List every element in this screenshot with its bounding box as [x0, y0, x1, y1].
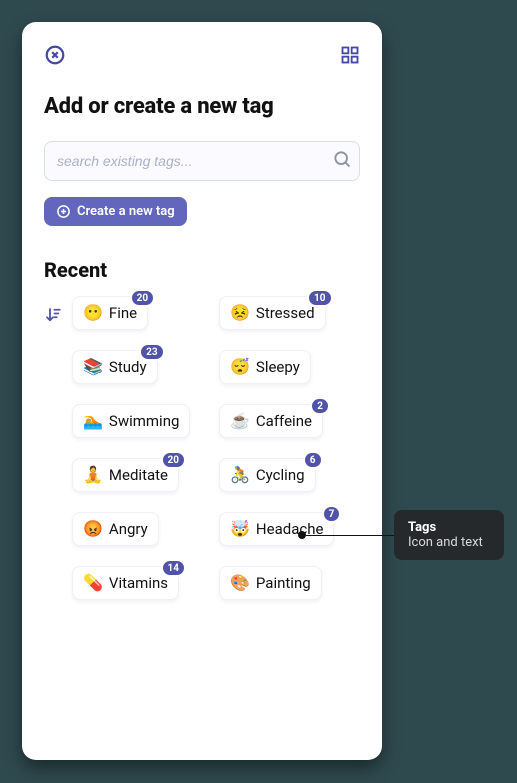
tag-count-badge: 10	[307, 289, 332, 307]
tag-emoji-icon: 📚	[83, 359, 103, 375]
tag-label: Painting	[256, 574, 311, 592]
tag-emoji-icon: 🤯	[230, 521, 250, 537]
search-wrap	[44, 141, 360, 181]
annotation-subtitle: Icon and text	[408, 535, 490, 550]
create-tag-button[interactable]: Create a new tag	[44, 197, 187, 226]
close-icon[interactable]	[44, 44, 66, 66]
search-input[interactable]	[44, 141, 360, 181]
tag-chip[interactable]: 🧘Meditate20	[72, 458, 179, 492]
recent-title: Recent	[44, 258, 360, 282]
tag-chip[interactable]: 😣Stressed10	[219, 296, 326, 330]
tag-chip[interactable]: 💊Vitamins14	[72, 566, 179, 600]
search-icon[interactable]	[332, 149, 352, 173]
tag-label: Sleepy	[256, 358, 300, 376]
tag-emoji-icon: 🚴	[230, 467, 250, 483]
tag-chip[interactable]: 😴 Sleepy	[219, 350, 311, 384]
tag-chip[interactable]: 🤯Headache7	[219, 512, 334, 546]
annotation-box: Tags Icon and text	[394, 510, 504, 560]
annotation-title: Tags	[408, 520, 490, 535]
tag-label: Vitamins	[109, 574, 168, 592]
tag-label: Cycling	[256, 466, 305, 484]
tag-count-badge: 6	[303, 451, 323, 469]
sort-icon[interactable]	[44, 296, 62, 600]
tag-emoji-icon: 💊	[83, 575, 103, 591]
tag-chip[interactable]: 🏊 Swimming	[72, 404, 190, 438]
tag-chip[interactable]: ☕Caffeine2	[219, 404, 323, 438]
tag-count-badge: 20	[161, 451, 186, 469]
tag-chip[interactable]: 🎨 Painting	[219, 566, 322, 600]
tag-label: Caffeine	[256, 412, 312, 430]
tag-chip[interactable]: 📚Study23	[72, 350, 158, 384]
tag-chip[interactable]: 😶Fine20	[72, 296, 148, 330]
tag-emoji-icon: ☕	[230, 413, 250, 429]
tag-count-badge: 14	[161, 559, 186, 577]
tags-grid: 😶Fine20😣Stressed10📚Study23😴Sleepy🏊Swimmi…	[72, 296, 360, 600]
grid-icon[interactable]	[340, 45, 360, 65]
page-title: Add or create a new tag	[44, 94, 360, 119]
top-row	[44, 44, 360, 66]
plus-circle-icon	[56, 204, 71, 219]
create-tag-label: Create a new tag	[77, 204, 175, 219]
tag-panel: Add or create a new tag Create a new tag…	[22, 22, 382, 760]
tag-label: Study	[109, 358, 147, 376]
tag-emoji-icon: 😶	[83, 305, 103, 321]
tag-count-badge: 2	[310, 397, 330, 415]
tag-label: Headache	[256, 520, 324, 538]
tag-label: Swimming	[109, 412, 180, 430]
tag-count-badge: 23	[139, 343, 164, 361]
tag-count-badge: 20	[130, 289, 155, 307]
tag-emoji-icon: 🏊	[83, 413, 103, 429]
tag-emoji-icon: 🧘	[83, 467, 103, 483]
tags-area: 😶Fine20😣Stressed10📚Study23😴Sleepy🏊Swimmi…	[44, 296, 360, 600]
tag-emoji-icon: 😴	[230, 359, 250, 375]
tag-emoji-icon: 😣	[230, 305, 250, 321]
tag-label: Stressed	[256, 304, 315, 322]
tag-emoji-icon: 😡	[83, 521, 103, 537]
tag-label: Meditate	[109, 466, 168, 484]
tag-count-badge: 7	[322, 505, 342, 523]
tag-label: Angry	[109, 520, 148, 538]
tag-chip[interactable]: 😡 Angry	[72, 512, 159, 546]
tag-label: Fine	[109, 304, 137, 322]
tag-chip[interactable]: 🚴Cycling6	[219, 458, 316, 492]
tag-emoji-icon: 🎨	[230, 575, 250, 591]
